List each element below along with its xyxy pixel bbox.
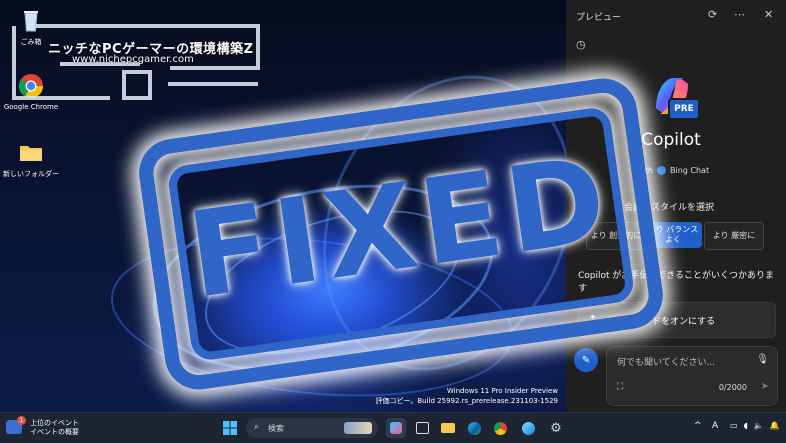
windows-build-info: Windows 11 Pro Insider Preview 評価コピー。Bui… [375,386,558,406]
bing-icon [656,166,666,175]
task-view-icon [415,422,429,434]
chrome-taskbar-button[interactable] [490,418,510,438]
microphone-icon[interactable]: 🎙 [756,354,769,365]
char-count: 0/2000 [718,383,747,392]
windows-logo-icon [223,421,237,435]
build-line-number: 評価コピー。Build 25992.rs_prerelease.231103-1… [375,397,558,405]
chrome-taskbar-icon [493,421,507,435]
widget-badge: 1 [17,416,26,425]
search-label: 検索 [268,424,284,433]
volume-icon[interactable]: 🔈 [754,421,764,430]
task-view-button[interactable] [412,418,432,438]
panel-header-title: プレビュー [576,13,622,23]
style-precise-button[interactable]: より 厳密に [704,222,764,250]
watermark-url: www.nichepcgamer.com [72,54,194,65]
file-explorer-button[interactable] [438,418,458,438]
desktop-icon-label: Google Chrome [3,103,59,111]
network-icon[interactable]: ◖ [744,421,748,430]
copilot-logo: PRE [650,74,700,120]
edge-beta-icon [521,421,535,435]
settings-button[interactable]: ⚙ [546,418,566,438]
tray-overflow-chevron[interactable]: ^ [694,421,702,431]
taskbar-copilot-button[interactable] [386,418,406,438]
edge-button[interactable] [464,418,484,438]
folder-taskbar-icon [441,423,455,433]
build-line-edition: Windows 11 Pro Insider Preview [446,387,558,395]
edge-beta-button[interactable] [518,418,538,438]
history-icon[interactable]: ◷ [576,38,586,51]
widget-line1: 上位のイベント [30,419,79,427]
desktop-icon-label: 新しいフォルダー [3,170,59,178]
with-bing-chat: with Bing Chat [636,166,709,175]
search-highlight-icon [344,422,372,434]
start-button[interactable] [220,418,240,438]
site-watermark: ニッチなPCゲーマーの環境構築Z www.nichepcgamer.com [0,24,260,100]
desktop-icon-new-folder[interactable]: 新しいフォルダー [0,138,66,179]
taskbar: 1 上位のイベント イベントの概要 ⌕ 検索 ⚙ ^ A ▭ ◖ 🔈 🔔 [0,412,786,443]
new-chat-icon: ✎ [581,354,591,366]
tray-icons: ▭ ◖ 🔈 🔔 [730,421,780,430]
preview-badge: PRE [668,98,700,120]
taskbar-search[interactable]: ⌕ 検索 [246,418,378,438]
image-capture-icon[interactable]: ⛶ [617,382,623,392]
chat-input[interactable]: 何でも聞いてください... [617,355,715,368]
edge-icon [467,421,481,435]
refresh-icon[interactable]: ⟳ [708,8,717,21]
close-icon[interactable]: ✕ [764,8,773,21]
gear-icon: ⚙ [550,420,562,436]
folder-icon [17,138,45,166]
ime-indicator[interactable]: A [712,421,718,431]
widget-line2: イベントの概要 [30,428,79,436]
display-icon[interactable]: ▭ [730,421,738,430]
send-icon[interactable]: ➤ [761,381,769,392]
notification-bell-icon[interactable]: 🔔 [770,421,780,430]
copilot-taskbar-icon [390,422,402,434]
bing-chat-label: Bing Chat [669,166,710,175]
search-icon: ⌕ [254,422,260,432]
more-options-icon[interactable]: ⋯ [734,8,745,21]
chat-composer: 何でも聞いてください... 🎙 ⛶ 0/2000 ➤ [606,346,778,406]
new-topic-button[interactable]: ✎ [574,348,598,372]
